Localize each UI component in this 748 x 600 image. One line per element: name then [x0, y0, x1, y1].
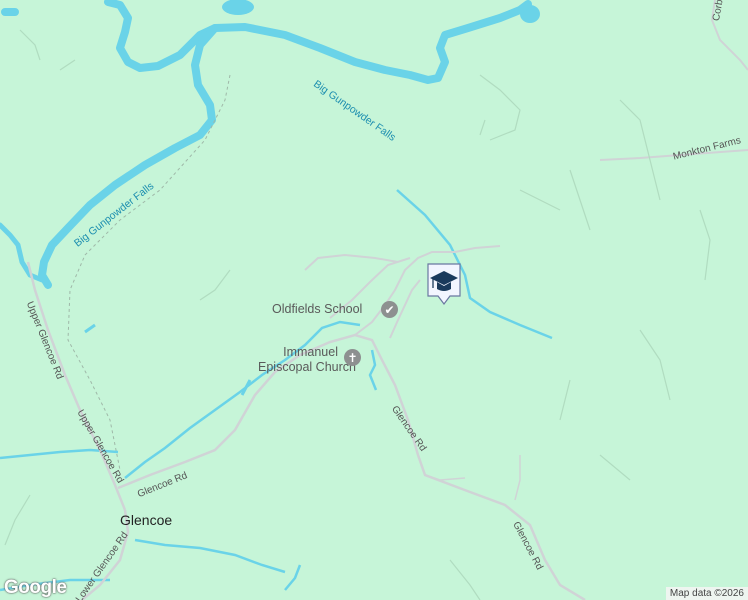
map-attribution[interactable]: Map data ©2026 [665, 587, 748, 600]
creek-bits [84, 323, 252, 396]
poi-label-immanuel-church[interactable]: Immanuel Episcopal Church [258, 345, 356, 375]
school-pin-marker[interactable] [425, 262, 463, 308]
river-branch [0, 222, 45, 283]
town-label: Glencoe [120, 512, 173, 528]
church-icon[interactable]: ✝ [344, 349, 361, 366]
road-monkton [599, 0, 748, 161]
google-logo: Google [4, 577, 67, 598]
poi-label-line: Episcopal Church [258, 360, 356, 374]
creek-east [396, 189, 553, 340]
river-upper [1, 0, 532, 84]
school-icon[interactable]: ✔ [381, 301, 398, 318]
poi-label-oldfields-school[interactable]: Oldfields School [272, 302, 362, 317]
poi-label-line: Immanuel [283, 345, 338, 359]
pond [222, 0, 254, 15]
road-campus [304, 253, 421, 339]
map-canvas[interactable]: Big Gunpowder Falls Big Gunpowder Falls … [0, 0, 748, 600]
map-base-layer [0, 0, 748, 600]
road-glencoe [117, 333, 586, 600]
creek-west [124, 320, 378, 479]
